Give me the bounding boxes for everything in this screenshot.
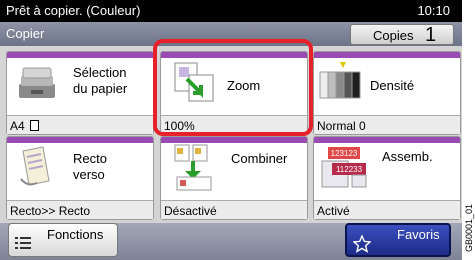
duplex-value: Recto>> Recto <box>7 200 153 219</box>
duplex-icon <box>20 146 50 186</box>
bottom-bar: Fonctions Favoris <box>0 223 462 260</box>
clock: 10:10 <box>417 3 450 18</box>
collate-value: Activé <box>314 200 460 219</box>
density-tile[interactable]: Densité Normal 0 <box>313 51 461 135</box>
list-icon <box>15 237 31 249</box>
figure-code-text: GB0001_01 <box>464 203 474 252</box>
collate-icon: 123123 112233 <box>321 147 367 188</box>
zoom-label: Zoom <box>227 78 261 93</box>
fonctions-label: Fonctions <box>47 227 104 242</box>
copies-count: 1 <box>425 24 437 46</box>
favoris-button[interactable]: Favoris <box>345 223 451 257</box>
paper-selection-tile[interactable]: Sélection du papier A4 <box>6 51 154 135</box>
collate-tile[interactable]: 123123 112233 Assemb. Activé <box>313 136 461 220</box>
combine-icon <box>174 144 212 191</box>
duplex-tile[interactable]: Recto verso Recto>> Recto <box>6 136 154 220</box>
function-grid: Sélection du papier A4 Zoom 100% Densité… <box>0 46 462 223</box>
paper-tray-icon <box>19 67 55 98</box>
collate-icon-digits-2: 112233 <box>336 165 363 174</box>
title-bar: Copier Copies 1 <box>0 22 462 46</box>
screen-title: Copier <box>6 26 45 41</box>
figure-code: GB0001_01 <box>462 186 475 258</box>
copy-screen: Prêt à copier. (Couleur) 10:10 Copier Co… <box>0 0 462 260</box>
combine-tile[interactable]: Combiner Désactivé <box>160 136 308 220</box>
collate-label: Assemb. <box>382 149 433 164</box>
zoom-icon <box>174 62 214 102</box>
combine-label: Combiner <box>231 151 288 166</box>
star-icon <box>353 235 371 253</box>
status-message: Prêt à copier. (Couleur) <box>6 3 141 18</box>
copies-button[interactable]: Copies 1 <box>350 24 454 46</box>
copies-label: Copies <box>373 28 414 43</box>
collate-icon-digits-1: 123123 <box>331 149 358 158</box>
zoom-value: 100% <box>161 115 307 134</box>
fonctions-button[interactable]: Fonctions <box>8 223 118 257</box>
paper-selection-value: A4 <box>7 115 153 134</box>
density-label: Densité <box>370 78 415 93</box>
duplex-label: Recto verso <box>73 151 107 182</box>
combine-value: Désactivé <box>161 200 307 219</box>
zoom-tile[interactable]: Zoom 100% <box>160 51 308 135</box>
favoris-label: Favoris <box>397 227 440 242</box>
density-icon <box>319 62 361 99</box>
portrait-paper-icon <box>30 120 40 131</box>
paper-selection-label: Sélection du papier <box>73 65 128 96</box>
density-value: Normal 0 <box>314 115 460 134</box>
status-bar: Prêt à copier. (Couleur) 10:10 <box>0 0 462 22</box>
